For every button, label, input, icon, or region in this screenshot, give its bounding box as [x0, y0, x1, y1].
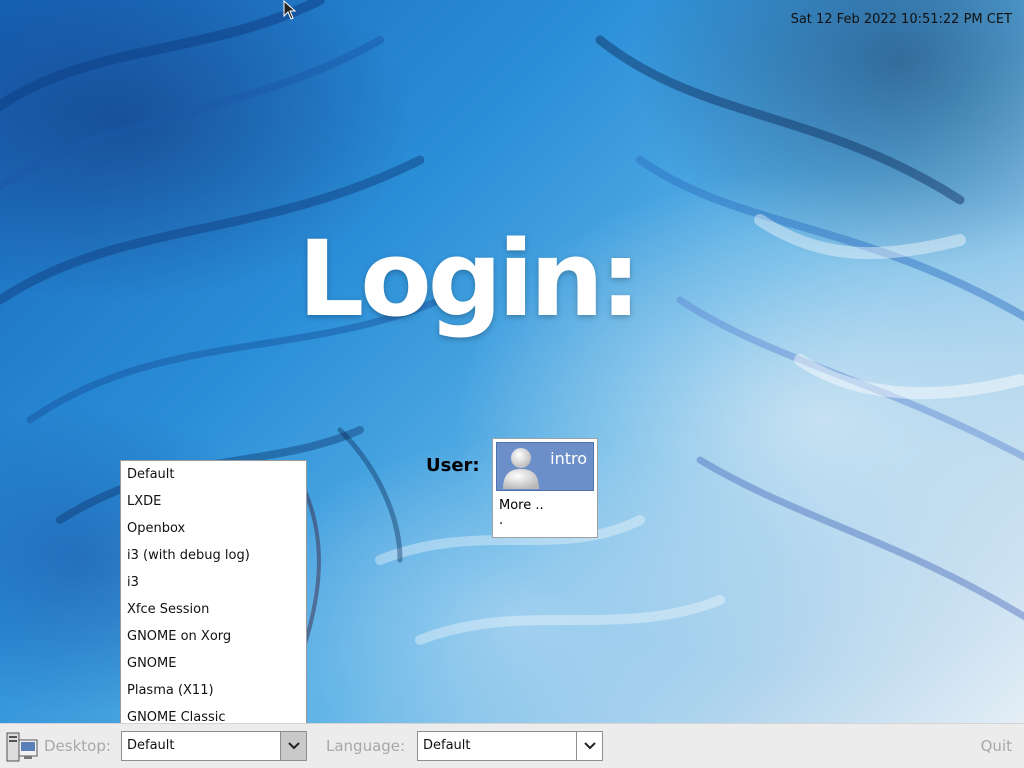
session-option-i3-debug[interactable]: i3 (with debug log): [121, 542, 306, 569]
user-tile-intro[interactable]: intro: [496, 442, 594, 491]
more-users-link[interactable]: More ..: [499, 498, 544, 513]
mouse-cursor-icon: [283, 0, 297, 24]
bottom-bar: Desktop: Default Language: Default Quit: [0, 723, 1024, 768]
session-icon: [6, 732, 38, 766]
user-label: User:: [426, 455, 480, 476]
session-option-xfce[interactable]: Xfce Session: [121, 596, 306, 623]
language-label: Language:: [326, 737, 406, 755]
language-value: Default: [423, 738, 471, 753]
clock: Sat 12 Feb 2022 10:51:22 PM CET: [790, 12, 1012, 27]
session-option-gnome-xorg[interactable]: GNOME on Xorg: [121, 623, 306, 650]
session-option-plasma[interactable]: Plasma (X11): [121, 677, 306, 704]
session-option-i3[interactable]: i3: [121, 569, 306, 596]
desktop-label: Desktop:: [44, 737, 111, 755]
session-option-openbox[interactable]: Openbox: [121, 515, 306, 542]
session-option-gnome[interactable]: GNOME: [121, 650, 306, 677]
user-list-extra: .: [499, 513, 504, 528]
login-title: Login:: [298, 218, 641, 340]
user-name: intro: [550, 449, 587, 468]
user-list: intro More .. .: [492, 438, 598, 538]
language-select[interactable]: Default: [417, 731, 603, 761]
desktop-session-dropdown-list: Default LXDE Openbox i3 (with debug log)…: [120, 460, 307, 730]
chevron-down-icon[interactable]: [576, 732, 602, 760]
session-option-lxde[interactable]: LXDE: [121, 488, 306, 515]
desktop-session-select[interactable]: Default: [121, 731, 307, 761]
quit-button[interactable]: Quit: [981, 737, 1012, 755]
session-option-default[interactable]: Default: [121, 461, 306, 488]
user-avatar-icon: [501, 445, 541, 493]
desktop-session-value: Default: [127, 738, 175, 753]
chevron-down-icon[interactable]: [280, 732, 306, 760]
